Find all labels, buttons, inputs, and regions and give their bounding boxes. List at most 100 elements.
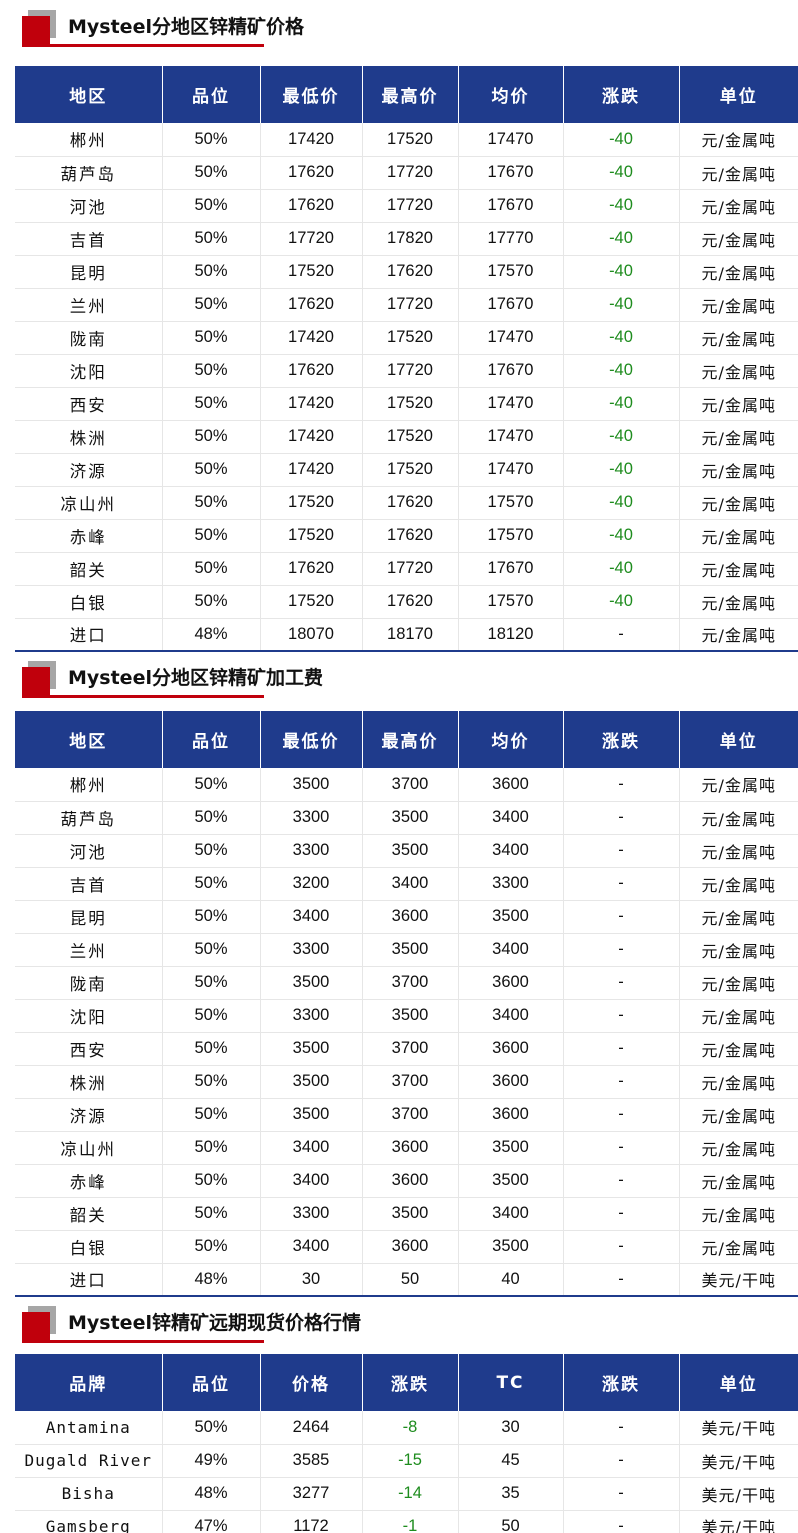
table-cell: 进口: [15, 618, 163, 652]
table-cell: 48%: [162, 618, 261, 652]
table-cell: 50%: [162, 1230, 261, 1264]
table-cell: 50%: [162, 189, 261, 223]
table-cell: 西安: [15, 1032, 163, 1066]
table-cell: -: [563, 1164, 680, 1198]
table-cell: 3500: [260, 1065, 363, 1099]
table-cell: 元/金属吨: [679, 255, 798, 289]
title-underline: [22, 44, 264, 47]
table-cell: 50%: [162, 585, 261, 619]
table-cell: 3300: [260, 999, 363, 1033]
table-cell: 元/金属吨: [679, 387, 798, 421]
table-cell: 元/金属吨: [679, 618, 798, 652]
table-row: 吉首 50% 3200 3400 3300- 元/金属吨: [15, 867, 798, 901]
table-cell: 3300: [260, 933, 363, 967]
table-cell: 株洲: [15, 1065, 163, 1099]
section-title-2: Mysteel分地区锌精矿加工费: [0, 651, 798, 711]
column-header: 涨跌: [563, 711, 680, 768]
table-cell: -: [563, 1230, 680, 1264]
red-square-icon: [22, 10, 56, 44]
header-row: 品牌 品位 价格 涨跌 TC 涨跌 单位: [15, 1354, 798, 1411]
table-cell: 3500: [362, 933, 459, 967]
table-cell: 韶关: [15, 552, 163, 586]
table-cell: 48%: [162, 1263, 261, 1297]
column-header: 品位: [162, 1354, 261, 1411]
table-row: 韶关 50% 17620 17720 17670 -40 元/金属吨: [15, 552, 798, 586]
table-cell: -: [563, 1263, 680, 1297]
table-cell: 3600: [458, 768, 564, 802]
table-cell: Antamina: [15, 1411, 163, 1445]
table-cell: 17470: [458, 453, 564, 487]
table-cell: 17620: [362, 585, 459, 619]
table-cell: 17570: [458, 519, 564, 553]
table-cell: 50%: [162, 387, 261, 421]
table-cell: 17520: [260, 585, 363, 619]
table-row: 株洲 50% 17420 17520 17470 -40 元/金属吨: [15, 420, 798, 454]
table-cell: 3500: [362, 834, 459, 868]
table-cell: 3700: [362, 1065, 459, 1099]
table-cell: 17570: [458, 486, 564, 520]
table-cell: 西安: [15, 387, 163, 421]
table-cell: 50%: [162, 933, 261, 967]
table-cell: 3500: [362, 801, 459, 835]
table-cell: 3700: [362, 1032, 459, 1066]
table-cell: -: [563, 900, 680, 934]
table-cell: 济源: [15, 453, 163, 487]
table-cell: 韶关: [15, 1197, 163, 1231]
table-cell: -: [563, 768, 680, 802]
table-cell: 3400: [260, 1131, 363, 1165]
table-cell: 17420: [260, 387, 363, 421]
table-cell: 美元/干吨: [679, 1510, 798, 1533]
table-row: 西安 50% 17420 17520 17470 -40 元/金属吨: [15, 387, 798, 421]
header-row: 地区 品位 最低价 最高价 均价 涨跌 单位: [15, 711, 798, 768]
table-cell: -: [563, 1197, 680, 1231]
table-cell: -40: [563, 486, 680, 520]
table-cell: 3300: [458, 867, 564, 901]
table-row: 西安 50% 3500 3700 3600- 元/金属吨: [15, 1032, 798, 1066]
table-row: Bisha 48% 3277 -14 35- 美元/干吨: [15, 1477, 798, 1511]
table-cell: 50%: [162, 288, 261, 322]
table-cell: 30: [458, 1411, 564, 1445]
table-cell: 3600: [362, 900, 459, 934]
table-cell: 元/金属吨: [679, 1065, 798, 1099]
table-row: 进口 48% 30 50 40- 美元/干吨: [15, 1263, 798, 1297]
table-cell: 白银: [15, 585, 163, 619]
table-cell: 株洲: [15, 420, 163, 454]
column-header: 单位: [679, 66, 798, 123]
table-row: 陇南 50% 3500 3700 3600- 元/金属吨: [15, 966, 798, 1000]
table-cell: 凉山州: [15, 486, 163, 520]
table-cell: 17520: [362, 321, 459, 355]
table-cell: 3300: [260, 801, 363, 835]
column-header: 地区: [15, 711, 163, 768]
table-cell: 17420: [260, 453, 363, 487]
table-cell: 50%: [162, 1032, 261, 1066]
table-cell: 昆明: [15, 900, 163, 934]
table-cell: 2464: [260, 1411, 363, 1445]
table-cell: 3700: [362, 768, 459, 802]
table-cell: 3700: [362, 966, 459, 1000]
table-cell: 50%: [162, 354, 261, 388]
table-cell: 17720: [362, 354, 459, 388]
table-cell: 50%: [162, 453, 261, 487]
table-cell: 3400: [458, 834, 564, 868]
zinc-tc-table: 地区 品位 最低价 最高价 均价 涨跌 单位 郴州 50% 3500 3700 3600- 元/金属吨葫…: [15, 711, 798, 1297]
table-cell: 17620: [260, 288, 363, 322]
table-cell: 1172: [260, 1510, 363, 1533]
table-row: 韶关 50% 3300 3500 3400- 元/金属吨: [15, 1197, 798, 1231]
table-cell: -40: [563, 189, 680, 223]
table-cell: -40: [563, 123, 680, 157]
table-row: 河池 50% 3300 3500 3400- 元/金属吨: [15, 834, 798, 868]
table-row: 沈阳 50% 3300 3500 3400- 元/金属吨: [15, 999, 798, 1033]
table-cell: 3600: [458, 1098, 564, 1132]
table-cell: 30: [260, 1263, 363, 1297]
table-cell: 17420: [260, 123, 363, 157]
table-cell: -: [563, 618, 680, 652]
column-header: 价格: [260, 1354, 363, 1411]
column-header: 涨跌: [563, 66, 680, 123]
table-cell: 3200: [260, 867, 363, 901]
table-cell: 陇南: [15, 966, 163, 1000]
table-cell: 50%: [162, 1164, 261, 1198]
table-cell: 17620: [260, 552, 363, 586]
table-cell: 48%: [162, 1477, 261, 1511]
table-cell: -40: [563, 156, 680, 190]
column-header: 涨跌: [362, 1354, 459, 1411]
